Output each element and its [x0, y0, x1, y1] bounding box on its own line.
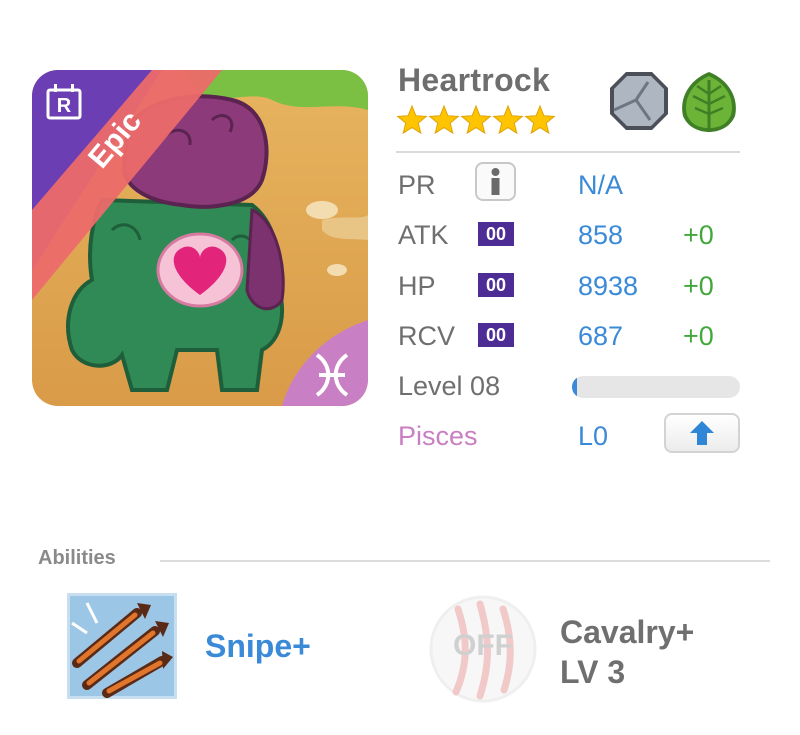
ability-cavalry-level: LV 3: [560, 654, 626, 690]
star-icon: [492, 104, 524, 135]
zodiac-label: Pisces: [398, 421, 478, 451]
ability-cavalry-label[interactable]: Cavalry+ LV 3: [560, 612, 694, 692]
star-rating: [396, 104, 556, 135]
pr-value: N/A: [578, 170, 624, 200]
zodiac-level: L0: [578, 421, 609, 451]
header-divider: [396, 151, 740, 153]
rarity-tag-letter: R: [57, 95, 72, 117]
abilities-title: Abilities: [38, 547, 116, 569]
monster-portrait[interactable]: Epic R: [32, 70, 368, 406]
level-label: Level 08: [398, 371, 501, 401]
atk-bonus: +0: [683, 220, 714, 250]
rcv-label: RCV: [398, 321, 456, 351]
star-icon: [428, 104, 460, 135]
xp-progress-fill: [572, 376, 578, 398]
rcv-value: 687: [578, 321, 624, 351]
atk-label: ATK: [398, 220, 449, 250]
xp-progress-bar: [572, 376, 740, 398]
ability-cavalry-name: Cavalry+: [560, 614, 695, 650]
hp-bonus: +0: [683, 271, 714, 301]
abilities-divider: [160, 560, 770, 562]
up-arrow-icon: [690, 421, 714, 445]
atk-badge: 00: [478, 222, 514, 246]
star-icon: [524, 104, 556, 135]
info-button[interactable]: [475, 162, 516, 201]
rcv-badge: 00: [478, 323, 514, 347]
ability-off-status: OFF: [453, 629, 513, 662]
rock-element-icon: [610, 72, 668, 130]
star-icon: [460, 104, 492, 135]
atk-value: 858: [578, 220, 624, 250]
hp-label: HP: [398, 271, 436, 301]
upgrade-button[interactable]: [664, 413, 740, 453]
hp-value: 8938: [578, 271, 639, 301]
pr-label: PR: [398, 170, 436, 200]
leaf-element-icon: [682, 72, 736, 132]
snipe-arrows-icon[interactable]: [67, 593, 177, 699]
hp-badge: 00: [478, 273, 514, 297]
monster-name: Heartrock: [398, 62, 551, 98]
info-icon: [491, 168, 500, 195]
rcv-bonus: +0: [683, 321, 714, 351]
star-icon: [396, 104, 428, 135]
ability-snipe-label[interactable]: Snipe+: [205, 628, 311, 665]
